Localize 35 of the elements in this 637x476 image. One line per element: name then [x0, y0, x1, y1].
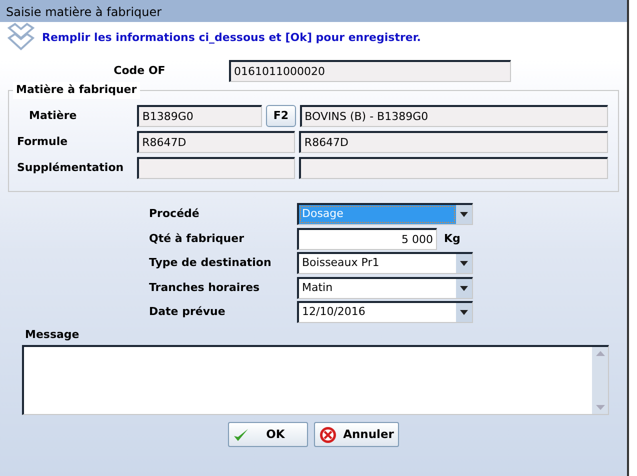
dropdown[interactable]: Matin	[297, 276, 473, 299]
field-label: Procédé	[149, 206, 200, 222]
field-label: Supplémentation	[17, 160, 125, 176]
field-label: Code OF	[112, 62, 166, 79]
field-label: Qté à fabriquer	[149, 230, 246, 246]
caret-icon	[456, 205, 472, 224]
unit-label: Kg	[444, 230, 460, 246]
message-label: Message	[25, 326, 80, 342]
field-label: Matière	[28, 108, 78, 124]
field-label: Type de destination	[149, 255, 272, 271]
ok-button[interactable]: OK	[228, 422, 308, 447]
code-field[interactable]: R8647D	[137, 131, 296, 153]
description-field[interactable]: R8647D	[299, 131, 608, 153]
window-title: Saisie matière à fabriquer	[0, 0, 627, 22]
code-field[interactable]	[137, 157, 296, 179]
group-title: Matière à fabriquer	[13, 82, 140, 98]
description-field[interactable]: BOVINS (B) - B1389G0	[300, 105, 608, 127]
caret-icon	[456, 254, 472, 274]
quantity-field[interactable]: 5 000	[297, 228, 437, 250]
caret-icon	[456, 303, 472, 322]
code-field[interactable]: 0161011000020	[229, 60, 511, 82]
field-label: Date prévue	[149, 304, 226, 320]
dropdown[interactable]: Boisseaux Pr1	[297, 252, 473, 274]
caret-icon	[456, 278, 472, 298]
message-field[interactable]	[22, 345, 609, 415]
field-label: Formule	[17, 134, 69, 150]
code-field[interactable]: B1389G0	[137, 105, 262, 127]
field-label: Tranches horaires	[149, 280, 261, 296]
lookup-button[interactable]: F2	[266, 105, 296, 127]
cancel-icon	[319, 426, 338, 444]
dropdown[interactable]: 12/10/2016	[297, 301, 473, 324]
checkmark-icon	[233, 426, 250, 442]
description-field[interactable]	[299, 157, 608, 179]
instruction-text: Remplir les informations ci_dessous et [Ok] pour enregistrer.	[42, 30, 421, 46]
cancel-button[interactable]: Annuler	[314, 422, 399, 447]
